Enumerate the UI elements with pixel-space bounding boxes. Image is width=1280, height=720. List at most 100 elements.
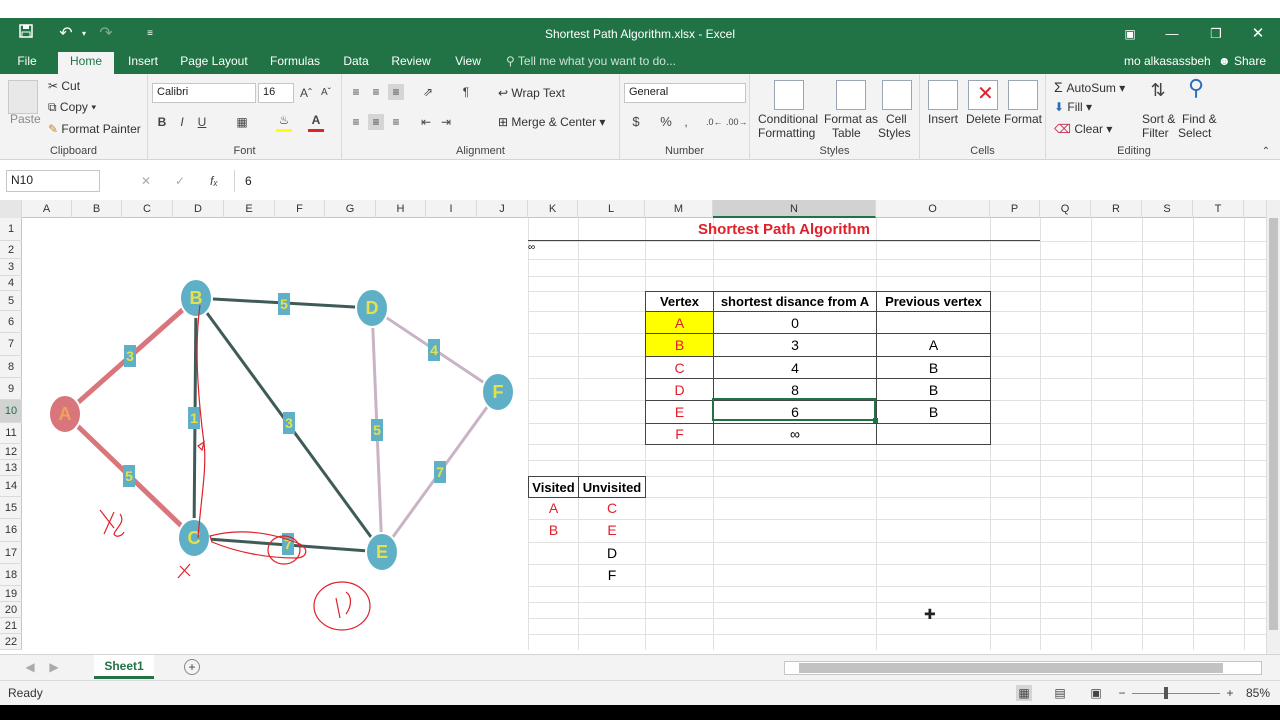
previous-cell-e[interactable]: B	[876, 400, 991, 424]
share-button[interactable]: ☻ Share	[1218, 54, 1266, 68]
format-cells-label[interactable]: Format	[1004, 112, 1042, 126]
cancel-icon[interactable]: ✕	[138, 173, 154, 189]
column-header-p[interactable]: P	[990, 200, 1040, 218]
tab-view[interactable]: View	[450, 54, 486, 68]
tell-me-box[interactable]: ⚲ Tell me what you want to do...	[506, 54, 676, 68]
distance-cell-a[interactable]: 0	[713, 311, 877, 334]
zoom-out-icon[interactable]: −	[1114, 685, 1130, 701]
distance-cell-b[interactable]: 3	[713, 333, 877, 357]
row-header-14[interactable]: 14	[0, 476, 22, 497]
merge-center-button[interactable]: ⊞ Merge & Center ▾	[498, 115, 605, 129]
previous-cell-b[interactable]: A	[876, 333, 991, 357]
column-header-l[interactable]: L	[578, 200, 645, 218]
row-header-5[interactable]: 5	[0, 291, 22, 311]
format-cells-icon[interactable]	[1008, 80, 1038, 110]
vertical-scrollbar[interactable]	[1266, 200, 1280, 654]
column-header-i[interactable]: I	[426, 200, 477, 218]
align-top-icon[interactable]: ≡	[348, 84, 364, 100]
row-header-16[interactable]: 16	[0, 519, 22, 542]
unvisited-header[interactable]: Unvisited	[578, 476, 646, 498]
align-right-icon[interactable]: ≡	[388, 114, 404, 130]
sort-filter-label-2[interactable]: Filter	[1142, 126, 1169, 140]
increase-decimal-icon[interactable]: .0←	[706, 114, 723, 130]
header-shortest-distance[interactable]: shortest disance from A	[713, 291, 877, 312]
text-direction-icon[interactable]: ¶	[458, 84, 474, 100]
row-header-19[interactable]: 19	[0, 586, 22, 602]
comma-icon[interactable]: ,	[678, 114, 694, 130]
find-select-label-2[interactable]: Select	[1178, 126, 1211, 140]
horizontal-scroll-thumb[interactable]	[799, 663, 1223, 673]
column-header-f[interactable]: F	[275, 200, 325, 218]
align-left-icon[interactable]: ≡	[348, 114, 364, 130]
zoom-in-icon[interactable]: +	[1222, 685, 1238, 701]
cut-button[interactable]: ✂ Cut	[48, 79, 80, 93]
sheet-title[interactable]: Shortest Path Algorithm	[528, 218, 1040, 241]
horizontal-scrollbar[interactable]	[784, 661, 1262, 675]
tab-review[interactable]: Review	[388, 54, 434, 68]
sort-filter-label[interactable]: Sort &	[1142, 112, 1175, 126]
new-sheet-icon[interactable]: +	[184, 659, 200, 675]
vertex-cell-c[interactable]: C	[645, 356, 714, 379]
column-header-d[interactable]: D	[173, 200, 224, 218]
paste-button[interactable]: Paste	[10, 112, 41, 126]
fill-button[interactable]: ⬇ Fill ▾	[1054, 100, 1092, 114]
enter-icon[interactable]: ✓	[172, 173, 188, 189]
vertex-cell-f[interactable]: F	[645, 423, 714, 445]
normal-view-icon[interactable]: ▦	[1016, 685, 1032, 701]
sheet-tab-sheet1[interactable]: Sheet1	[94, 655, 154, 679]
insert-function-icon[interactable]: fₓ	[206, 173, 222, 189]
vertex-cell-e[interactable]: E	[645, 400, 714, 424]
conditional-formatting-label-2[interactable]: Formatting	[758, 126, 815, 140]
increase-indent-icon[interactable]: ⇥	[438, 114, 454, 130]
delete-cells-label[interactable]: Delete	[966, 112, 1001, 126]
vertex-cell-a[interactable]: A	[645, 311, 714, 334]
format-as-table-icon[interactable]	[836, 80, 866, 110]
row-header-17[interactable]: 17	[0, 542, 22, 564]
underline-button[interactable]: U	[194, 114, 210, 130]
row-header-1[interactable]: 1	[0, 218, 22, 241]
find-icon[interactable]: ⚲	[1188, 77, 1204, 99]
row-header-21[interactable]: 21	[0, 618, 22, 634]
fill-handle[interactable]	[873, 418, 878, 423]
autosum-button[interactable]: Σ AutoSum ▾	[1054, 79, 1125, 95]
header-previous-vertex[interactable]: Previous vertex	[876, 291, 991, 312]
select-all-corner[interactable]	[0, 200, 22, 218]
cell-k2[interactable]: ∞	[528, 242, 548, 258]
user-name[interactable]: mo alkasassbeh	[1124, 54, 1211, 68]
graph-image[interactable]: 3551 3 5477 ABCDEF	[22, 218, 528, 650]
wrap-text-button[interactable]: ↩ Wrap Text	[498, 86, 565, 100]
column-header-g[interactable]: G	[325, 200, 376, 218]
visited-item[interactable]: B	[528, 519, 579, 543]
tab-data[interactable]: Data	[340, 54, 372, 68]
zoom-level[interactable]: 85%	[1246, 686, 1270, 700]
row-header-6[interactable]: 6	[0, 311, 22, 333]
insert-cells-icon[interactable]	[928, 80, 958, 110]
header-vertex[interactable]: Vertex	[645, 291, 714, 312]
distance-cell-c[interactable]: 4	[713, 356, 877, 379]
zoom-slider-thumb[interactable]	[1164, 687, 1168, 699]
format-as-table-label-2[interactable]: Table	[832, 126, 861, 140]
tab-home[interactable]: Home	[58, 52, 114, 74]
paste-icon[interactable]	[8, 80, 38, 114]
row-header-4[interactable]: 4	[0, 276, 22, 291]
previous-cell-f[interactable]	[876, 423, 991, 445]
column-header-b[interactable]: B	[72, 200, 122, 218]
decrease-indent-icon[interactable]: ⇤	[418, 114, 434, 130]
format-painter-button[interactable]: ✎ Format Painter	[48, 122, 141, 136]
restore-icon[interactable]: ❐	[1204, 22, 1228, 46]
column-header-q[interactable]: Q	[1040, 200, 1091, 218]
cell-styles-icon[interactable]	[882, 80, 912, 110]
zoom-slider[interactable]	[1132, 693, 1220, 694]
orientation-icon[interactable]: ⇗	[420, 84, 436, 100]
column-header-k[interactable]: K	[528, 200, 578, 218]
row-header-9[interactable]: 9	[0, 378, 22, 400]
column-header-j[interactable]: J	[477, 200, 528, 218]
borders-icon[interactable]: ▦	[234, 114, 250, 130]
unvisited-item[interactable]: D	[578, 542, 646, 565]
italic-button[interactable]: I	[174, 114, 190, 130]
number-format-select[interactable]: General	[624, 83, 746, 103]
minimize-icon[interactable]: —	[1160, 22, 1184, 46]
format-as-table-label[interactable]: Format as	[824, 112, 878, 126]
page-layout-view-icon[interactable]: ▤	[1052, 685, 1068, 701]
visited-header[interactable]: Visited	[528, 476, 579, 498]
